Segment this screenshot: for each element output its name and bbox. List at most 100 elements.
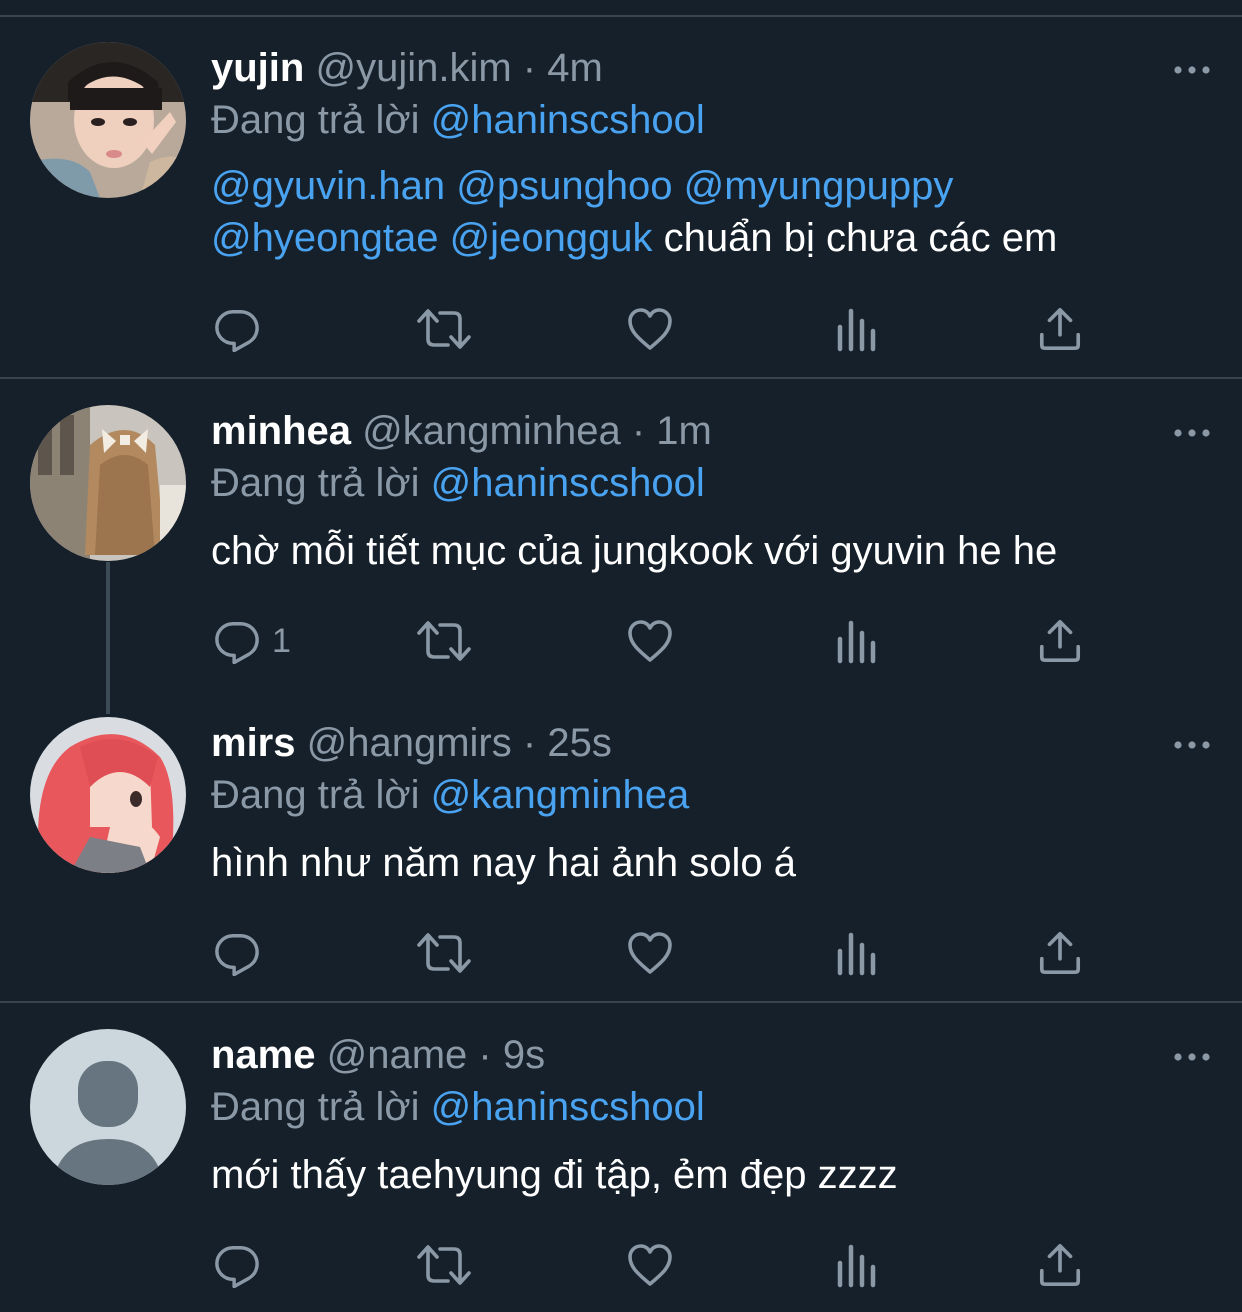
retweet-button[interactable] (416, 928, 472, 978)
like-icon (626, 617, 674, 665)
share-button[interactable] (1037, 928, 1083, 978)
retweet-button[interactable] (416, 616, 472, 666)
reply-prefix: Đang trả lời (211, 1085, 420, 1129)
timestamp[interactable]: 4m (547, 46, 603, 90)
tweet-text: mới thấy taehyung đi tập, ẻm đẹp zzzz (211, 1153, 898, 1197)
replying-to: Đang trả lời @kangminhea (211, 769, 1212, 821)
share-icon (1037, 930, 1083, 976)
reply-icon (214, 930, 260, 976)
username[interactable]: @kangminhea (362, 409, 621, 453)
separator-dot: · (522, 721, 537, 765)
reply-to-mention[interactable]: @haninscshool (431, 98, 705, 142)
like-icon (626, 929, 674, 977)
reply-to-mention[interactable]: @haninscshool (431, 461, 705, 505)
mention-link[interactable]: @psunghoo (456, 164, 672, 208)
share-icon (1037, 1242, 1083, 1288)
share-button[interactable] (1037, 616, 1083, 666)
mention-link[interactable]: @hyeongtae (211, 216, 438, 260)
tweet-header: yujin @yujin.kim · 4m (211, 42, 1212, 94)
analytics-button[interactable] (832, 304, 880, 354)
replying-to: Đang trả lời @haninscshool (211, 94, 1212, 146)
top-divider (0, 15, 1242, 17)
tweet-text: hình như năm nay hai ảnh solo á (211, 841, 796, 885)
like-button[interactable] (626, 1240, 674, 1290)
reply-icon (214, 1242, 260, 1288)
like-button[interactable] (626, 928, 674, 978)
timestamp[interactable]: 25s (547, 721, 612, 765)
reply-prefix: Đang trả lời (211, 98, 420, 142)
tweet-actions: 1 (211, 616, 1081, 666)
display-name[interactable]: minhea (211, 409, 351, 453)
analytics-button[interactable] (832, 928, 880, 978)
tweet-content: name @name · 9s Đang trả lời @haninscsho… (211, 1029, 1212, 1201)
tweet-content: minhea @kangminhea · 1m Đang trả lời @ha… (211, 405, 1212, 577)
replying-to: Đang trả lời @haninscshool (211, 457, 1212, 509)
reply-button[interactable] (214, 928, 260, 978)
separator-dot: · (522, 46, 537, 90)
avatar-minhea[interactable] (30, 405, 186, 561)
more-options-icon[interactable] (1172, 413, 1212, 453)
tweet-actions (211, 1240, 1081, 1290)
tweet-body: chuẩn bị chưa các em (663, 216, 1058, 260)
tweet-content: mirs @hangmirs · 25s Đang trả lời @kangm… (211, 717, 1212, 889)
tweet-actions (211, 304, 1081, 354)
reply-prefix: Đang trả lời (211, 773, 420, 817)
timestamp[interactable]: 9s (503, 1033, 545, 1077)
tweet-header: name @name · 9s (211, 1029, 1212, 1081)
reply-to-mention[interactable]: @haninscshool (431, 1085, 705, 1129)
more-options-icon[interactable] (1172, 1037, 1212, 1077)
analytics-button[interactable] (832, 616, 880, 666)
reply-button[interactable] (214, 304, 260, 354)
tweet-actions (211, 928, 1081, 978)
more-options-icon[interactable] (1172, 50, 1212, 90)
share-icon (1037, 618, 1083, 664)
mention-link[interactable]: @jeongguk (450, 216, 653, 260)
retweet-button[interactable] (416, 304, 472, 354)
reply-button[interactable]: 1 (214, 616, 291, 666)
avatar-yujin[interactable] (30, 42, 186, 198)
timestamp[interactable]: 1m (656, 409, 712, 453)
tweet-text: @gyuvin.han @psunghoo @myungpuppy @hyeon… (211, 160, 1212, 264)
username[interactable]: @name (327, 1033, 468, 1077)
reply-icon (214, 306, 260, 352)
retweet-button[interactable] (416, 1240, 472, 1290)
mention-link[interactable]: @gyuvin.han (211, 164, 445, 208)
retweet-icon (416, 617, 472, 665)
mention-link[interactable]: @myungpuppy (684, 164, 954, 208)
analytics-icon (832, 305, 880, 353)
tweet-divider (0, 377, 1242, 379)
display-name[interactable]: name (211, 1033, 316, 1077)
reply-count: 1 (272, 621, 291, 660)
like-icon (626, 1241, 674, 1289)
avatar-default[interactable] (30, 1029, 186, 1185)
reply-prefix: Đang trả lời (211, 461, 420, 505)
display-name[interactable]: mirs (211, 721, 296, 765)
separator-dot: · (631, 409, 646, 453)
tweet-header: minhea @kangminhea · 1m (211, 405, 1212, 457)
retweet-icon (416, 929, 472, 977)
analytics-button[interactable] (832, 1240, 880, 1290)
like-icon (626, 305, 674, 353)
analytics-icon (832, 1241, 880, 1289)
like-button[interactable] (626, 304, 674, 354)
retweet-icon (416, 305, 472, 353)
display-name[interactable]: yujin (211, 46, 304, 90)
more-options-icon[interactable] (1172, 725, 1212, 765)
tweet-header: mirs @hangmirs · 25s (211, 717, 1212, 769)
tweet-content: yujin @yujin.kim · 4m Đang trả lời @hani… (211, 42, 1212, 264)
replying-to: Đang trả lời @haninscshool (211, 1081, 1212, 1133)
reply-to-mention[interactable]: @kangminhea (431, 773, 690, 817)
username[interactable]: @hangmirs (307, 721, 512, 765)
share-button[interactable] (1037, 1240, 1083, 1290)
analytics-icon (832, 617, 880, 665)
avatar-mirs[interactable] (30, 717, 186, 873)
share-button[interactable] (1037, 304, 1083, 354)
reply-button[interactable] (214, 1240, 260, 1290)
like-button[interactable] (626, 616, 674, 666)
tweet-divider (0, 1001, 1242, 1003)
reply-icon (214, 618, 260, 664)
tweet-text: chờ mỗi tiết mục của jungkook với gyuvin… (211, 529, 1058, 573)
thread-connector (106, 562, 110, 714)
username[interactable]: @yujin.kim (315, 46, 511, 90)
separator-dot: · (478, 1033, 492, 1077)
